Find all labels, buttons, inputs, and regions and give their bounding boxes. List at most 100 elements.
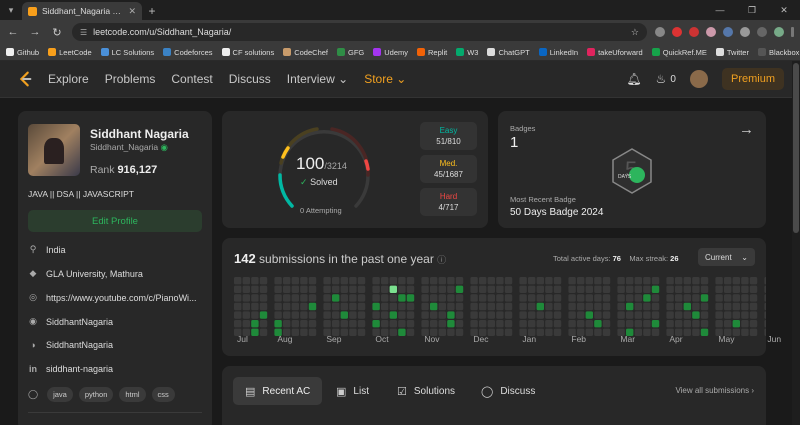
heatmap-cell[interactable] [602, 320, 611, 328]
heatmap-cell[interactable] [398, 285, 406, 293]
heatmap-cell[interactable] [274, 311, 282, 319]
heatmap-cell[interactable] [741, 277, 749, 285]
heatmap-cell[interactable] [634, 277, 642, 285]
heatmap-cell[interactable] [398, 277, 406, 285]
heatmap-cell[interactable] [323, 285, 331, 293]
heatmap-cell[interactable] [724, 320, 732, 328]
heatmap-cell[interactable] [430, 302, 438, 311]
heatmap-cell[interactable] [300, 277, 308, 285]
heatmap-cell[interactable] [381, 277, 389, 285]
heatmap-cell[interactable] [764, 311, 766, 319]
heatmap-cell[interactable] [568, 311, 576, 319]
heatmap-cell[interactable] [381, 302, 389, 311]
heatmap-cell[interactable] [700, 328, 709, 336]
heatmap-cell[interactable] [332, 277, 340, 285]
bookmark-item[interactable]: CF solutions [221, 48, 274, 57]
heatmap-cell[interactable] [577, 320, 585, 328]
heatmap-cell[interactable] [372, 320, 380, 328]
heatmap-cell[interactable] [764, 285, 766, 293]
heatmap-cell[interactable] [594, 311, 602, 319]
heatmap-cell[interactable] [406, 285, 415, 293]
heatmap-cell[interactable] [568, 285, 576, 293]
heatmap-cell[interactable] [438, 302, 446, 311]
bookmark-item[interactable]: Codeforces [163, 48, 213, 57]
heatmap-cell[interactable] [692, 311, 700, 319]
heatmap-cell[interactable] [234, 294, 242, 302]
bookmark-item[interactable]: QuickRef.ME [651, 48, 707, 57]
heatmap-cell[interactable] [634, 328, 642, 336]
heatmap-cell[interactable] [438, 320, 446, 328]
heatmap-cell[interactable] [389, 302, 397, 311]
heatmap-cell[interactable] [496, 302, 504, 311]
heatmap-cell[interactable] [504, 277, 513, 285]
heatmap-cell[interactable] [283, 311, 291, 319]
heatmap-cell[interactable] [536, 302, 544, 311]
heatmap-cell[interactable] [291, 277, 299, 285]
easy-stat[interactable]: Easy 51/810 [420, 122, 477, 150]
bookmark-item[interactable]: CodeChef [283, 48, 328, 57]
heatmap-cell[interactable] [496, 320, 504, 328]
edit-profile-button[interactable]: Edit Profile [28, 210, 202, 232]
heatmap-cell[interactable] [389, 320, 397, 328]
heatmap-cell[interactable] [602, 285, 611, 293]
scrollbar-thumb[interactable] [793, 63, 799, 233]
heatmap-cell[interactable] [715, 320, 723, 328]
heatmap-cell[interactable] [398, 302, 406, 311]
heatmap-cell[interactable] [504, 294, 513, 302]
heatmap-cell[interactable] [741, 320, 749, 328]
heatmap-cell[interactable] [577, 285, 585, 293]
heatmap-cell[interactable] [764, 277, 766, 285]
heatmap-cell[interactable] [651, 277, 660, 285]
heatmap-cell[interactable] [692, 277, 700, 285]
heatmap-cell[interactable] [536, 328, 544, 336]
heatmap-cell[interactable] [651, 302, 660, 311]
premium-button[interactable]: Premium [721, 68, 784, 90]
heatmap-cell[interactable] [585, 311, 593, 319]
heatmap-cell[interactable] [406, 302, 415, 311]
heatmap-cell[interactable] [349, 320, 357, 328]
nav-explore[interactable]: Explore [48, 72, 89, 86]
linkedin-row[interactable]: in siddhant-nagaria [28, 364, 113, 374]
heatmap-cell[interactable] [421, 285, 429, 293]
nav-store[interactable]: Store ⌄ [364, 72, 406, 86]
heatmap-cell[interactable] [594, 328, 602, 336]
heatmap-cell[interactable] [715, 294, 723, 302]
heatmap-cell[interactable] [274, 302, 282, 311]
heatmap-cell[interactable] [651, 328, 660, 336]
heatmap-cell[interactable] [406, 294, 415, 302]
heatmap-cell[interactable] [626, 285, 634, 293]
heatmap-cell[interactable] [259, 294, 268, 302]
heatmap-cell[interactable] [332, 311, 340, 319]
heatmap-cell[interactable] [381, 285, 389, 293]
heatmap-cell[interactable] [349, 285, 357, 293]
medium-stat[interactable]: Med. 45/1687 [420, 155, 477, 183]
heatmap-cell[interactable] [479, 294, 487, 302]
tab-discuss[interactable]: ◯ Discuss [469, 377, 547, 405]
heatmap-cell[interactable] [389, 277, 397, 285]
heatmap-cell[interactable] [421, 320, 429, 328]
heatmap-cell[interactable] [323, 320, 331, 328]
heatmap-cell[interactable] [340, 311, 348, 319]
heatmap-cell[interactable] [585, 320, 593, 328]
heatmap-cell[interactable] [617, 320, 625, 328]
heatmap-cell[interactable] [528, 285, 536, 293]
heatmap-cell[interactable] [323, 277, 331, 285]
heatmap-cell[interactable] [421, 311, 429, 319]
heatmap-cell[interactable] [519, 285, 527, 293]
extensions-puzzle-icon[interactable] [740, 27, 750, 37]
heatmap-cell[interactable] [643, 285, 651, 293]
heatmap-cell[interactable] [283, 302, 291, 311]
heatmap-cell[interactable] [274, 320, 282, 328]
heatmap-cell[interactable] [634, 311, 642, 319]
heatmap-cell[interactable] [545, 302, 553, 311]
heatmap-cell[interactable] [602, 328, 611, 336]
heatmap-cell[interactable] [692, 294, 700, 302]
heatmap-cell[interactable] [340, 277, 348, 285]
heatmap-cell[interactable] [372, 277, 380, 285]
heatmap-cell[interactable] [536, 285, 544, 293]
heatmap-cell[interactable] [675, 285, 683, 293]
heatmap-cell[interactable] [602, 277, 611, 285]
heatmap-cell[interactable] [724, 285, 732, 293]
tab-list[interactable]: ▣ List [324, 377, 381, 405]
heatmap-cell[interactable] [259, 311, 268, 319]
